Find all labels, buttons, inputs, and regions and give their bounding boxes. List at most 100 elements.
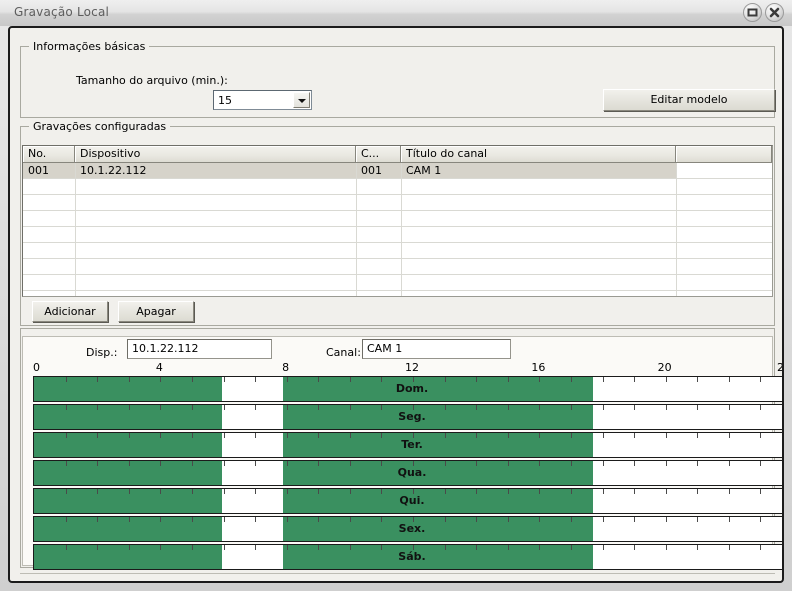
schedule-hour-tick [223, 545, 225, 550]
table-column-divider [356, 163, 357, 296]
schedule-hour-tick [160, 461, 162, 466]
schedule-hour-tick [97, 433, 99, 438]
table-row[interactable] [23, 227, 772, 243]
schedule-hour-tick [476, 461, 478, 466]
schedule-hour-tick [570, 517, 572, 522]
table-cell [75, 259, 356, 274]
schedule-hour-tick [128, 545, 130, 550]
table-cell [676, 195, 772, 210]
schedule-hour-tick [381, 545, 383, 550]
schedule-hour-tick [665, 489, 667, 494]
schedule-hour-tick [728, 545, 730, 550]
table-cell [676, 259, 772, 274]
schedule-hour-tick [65, 517, 67, 522]
schedule-hour-tick [223, 517, 225, 522]
add-button[interactable]: Adicionar [32, 301, 108, 322]
schedule-hour-tick [255, 489, 257, 494]
table-row[interactable] [23, 179, 772, 195]
table-cell [75, 275, 356, 290]
schedule-active-segment[interactable] [282, 461, 594, 485]
delete-button[interactable]: Apagar [118, 301, 194, 322]
schedule-day-row[interactable]: Sex. [33, 516, 782, 542]
table-cell [356, 259, 401, 274]
table-cell [23, 275, 75, 290]
schedule-hour-tick [381, 377, 383, 382]
table-row[interactable]: 001 10.1.22.112 001 CAM 1 [23, 163, 772, 179]
cancel-button[interactable]: Cancelar [712, 582, 784, 583]
table-column-header[interactable]: Dispositivo [75, 146, 356, 163]
schedule-hour-tick [507, 433, 509, 438]
schedule-hour-tick [444, 405, 446, 410]
schedule-hour-tick [413, 377, 414, 382]
schedule-hour-tick [665, 545, 667, 550]
schedule-hour-tick [444, 545, 446, 550]
close-button[interactable] [765, 3, 784, 22]
table-cell [75, 211, 356, 226]
chevron-down-icon[interactable] [293, 92, 310, 108]
schedule-hour-tick [255, 433, 257, 438]
schedule-day-row[interactable]: Dom. [33, 376, 782, 402]
schedule-hour-tick [286, 377, 288, 382]
schedule-hour-tick [539, 461, 541, 466]
schedule-active-segment[interactable] [282, 489, 594, 513]
table-row[interactable] [23, 259, 772, 275]
schedule-day-row[interactable]: Qui. [33, 488, 782, 514]
ok-button[interactable]: OK [630, 582, 706, 583]
schedule-active-segment[interactable] [282, 517, 594, 541]
schedule-hour-tick [728, 489, 730, 494]
schedule-hour-tick [728, 377, 730, 382]
axis-tick-label: 16 [531, 361, 546, 374]
axis-tick-label: 0 [33, 361, 40, 374]
schedule-hour-tick [413, 461, 414, 466]
dialog-client-area: Informações básicas Tamanho do arquivo (… [8, 26, 784, 583]
schedule-hour-tick [665, 405, 667, 410]
recordings-table[interactable]: No. Dispositivo C... Título do canal 001 10.… [22, 145, 773, 297]
table-column-header[interactable]: Título do canal [401, 146, 676, 163]
schedule-hour-tick [634, 461, 636, 466]
schedule-hour-tick [697, 377, 699, 382]
table-column-header[interactable] [676, 146, 772, 163]
table-cell [75, 179, 356, 194]
schedule-day-row[interactable]: Ter. [33, 432, 782, 458]
schedule-active-segment[interactable] [282, 545, 594, 569]
schedule-hour-tick [286, 405, 288, 410]
schedule-hour-tick [570, 489, 572, 494]
table-row[interactable] [23, 291, 772, 296]
maximize-button[interactable] [743, 3, 762, 22]
schedule-hour-tick [760, 405, 762, 410]
schedule-hour-tick [349, 377, 351, 382]
schedule-hour-tick [349, 461, 351, 466]
title-bar: Gravação Local [0, 0, 792, 26]
table-row[interactable] [23, 195, 772, 211]
channel-input[interactable]: CAM 1 [362, 339, 511, 359]
channel-label: Canal: [326, 346, 361, 359]
schedule-active-segment[interactable] [282, 405, 594, 429]
axis-tick-label: 4 [155, 361, 163, 374]
schedule-active-segment[interactable] [282, 433, 594, 457]
table-column-header[interactable]: C... [356, 146, 401, 163]
edit-model-button[interactable]: Editar modelo [603, 89, 775, 111]
file-size-select[interactable]: 15 [213, 90, 312, 110]
schedule-day-row[interactable]: Qua. [33, 460, 782, 486]
schedule-day-row[interactable]: Seg. [33, 404, 782, 430]
schedule-hour-tick [286, 433, 288, 438]
table-cell [676, 227, 772, 242]
table-header-row: No. Dispositivo C... Título do canal [23, 146, 772, 163]
schedule-active-segment[interactable] [282, 377, 594, 401]
table-row[interactable] [23, 275, 772, 291]
table-cell: 10.1.22.112 [80, 164, 147, 177]
close-icon [769, 7, 780, 18]
table-row[interactable] [23, 211, 772, 227]
schedule-hour-tick [539, 377, 541, 382]
table-column-header[interactable]: No. [23, 146, 75, 163]
schedule-hour-tick [349, 545, 351, 550]
device-input[interactable]: 10.1.22.112 [127, 339, 272, 359]
schedule-grid[interactable]: Dom. Seg. Ter. Qua. Qui. Sex. Sáb. [33, 376, 782, 572]
schedule-day-row[interactable]: Sáb. [33, 544, 782, 570]
schedule-hour-tick [381, 489, 383, 494]
schedule-hour-tick [255, 545, 257, 550]
table-cell [356, 291, 401, 296]
schedule-hour-tick [128, 517, 130, 522]
table-row[interactable] [23, 243, 772, 259]
schedule-hour-tick [97, 405, 99, 410]
